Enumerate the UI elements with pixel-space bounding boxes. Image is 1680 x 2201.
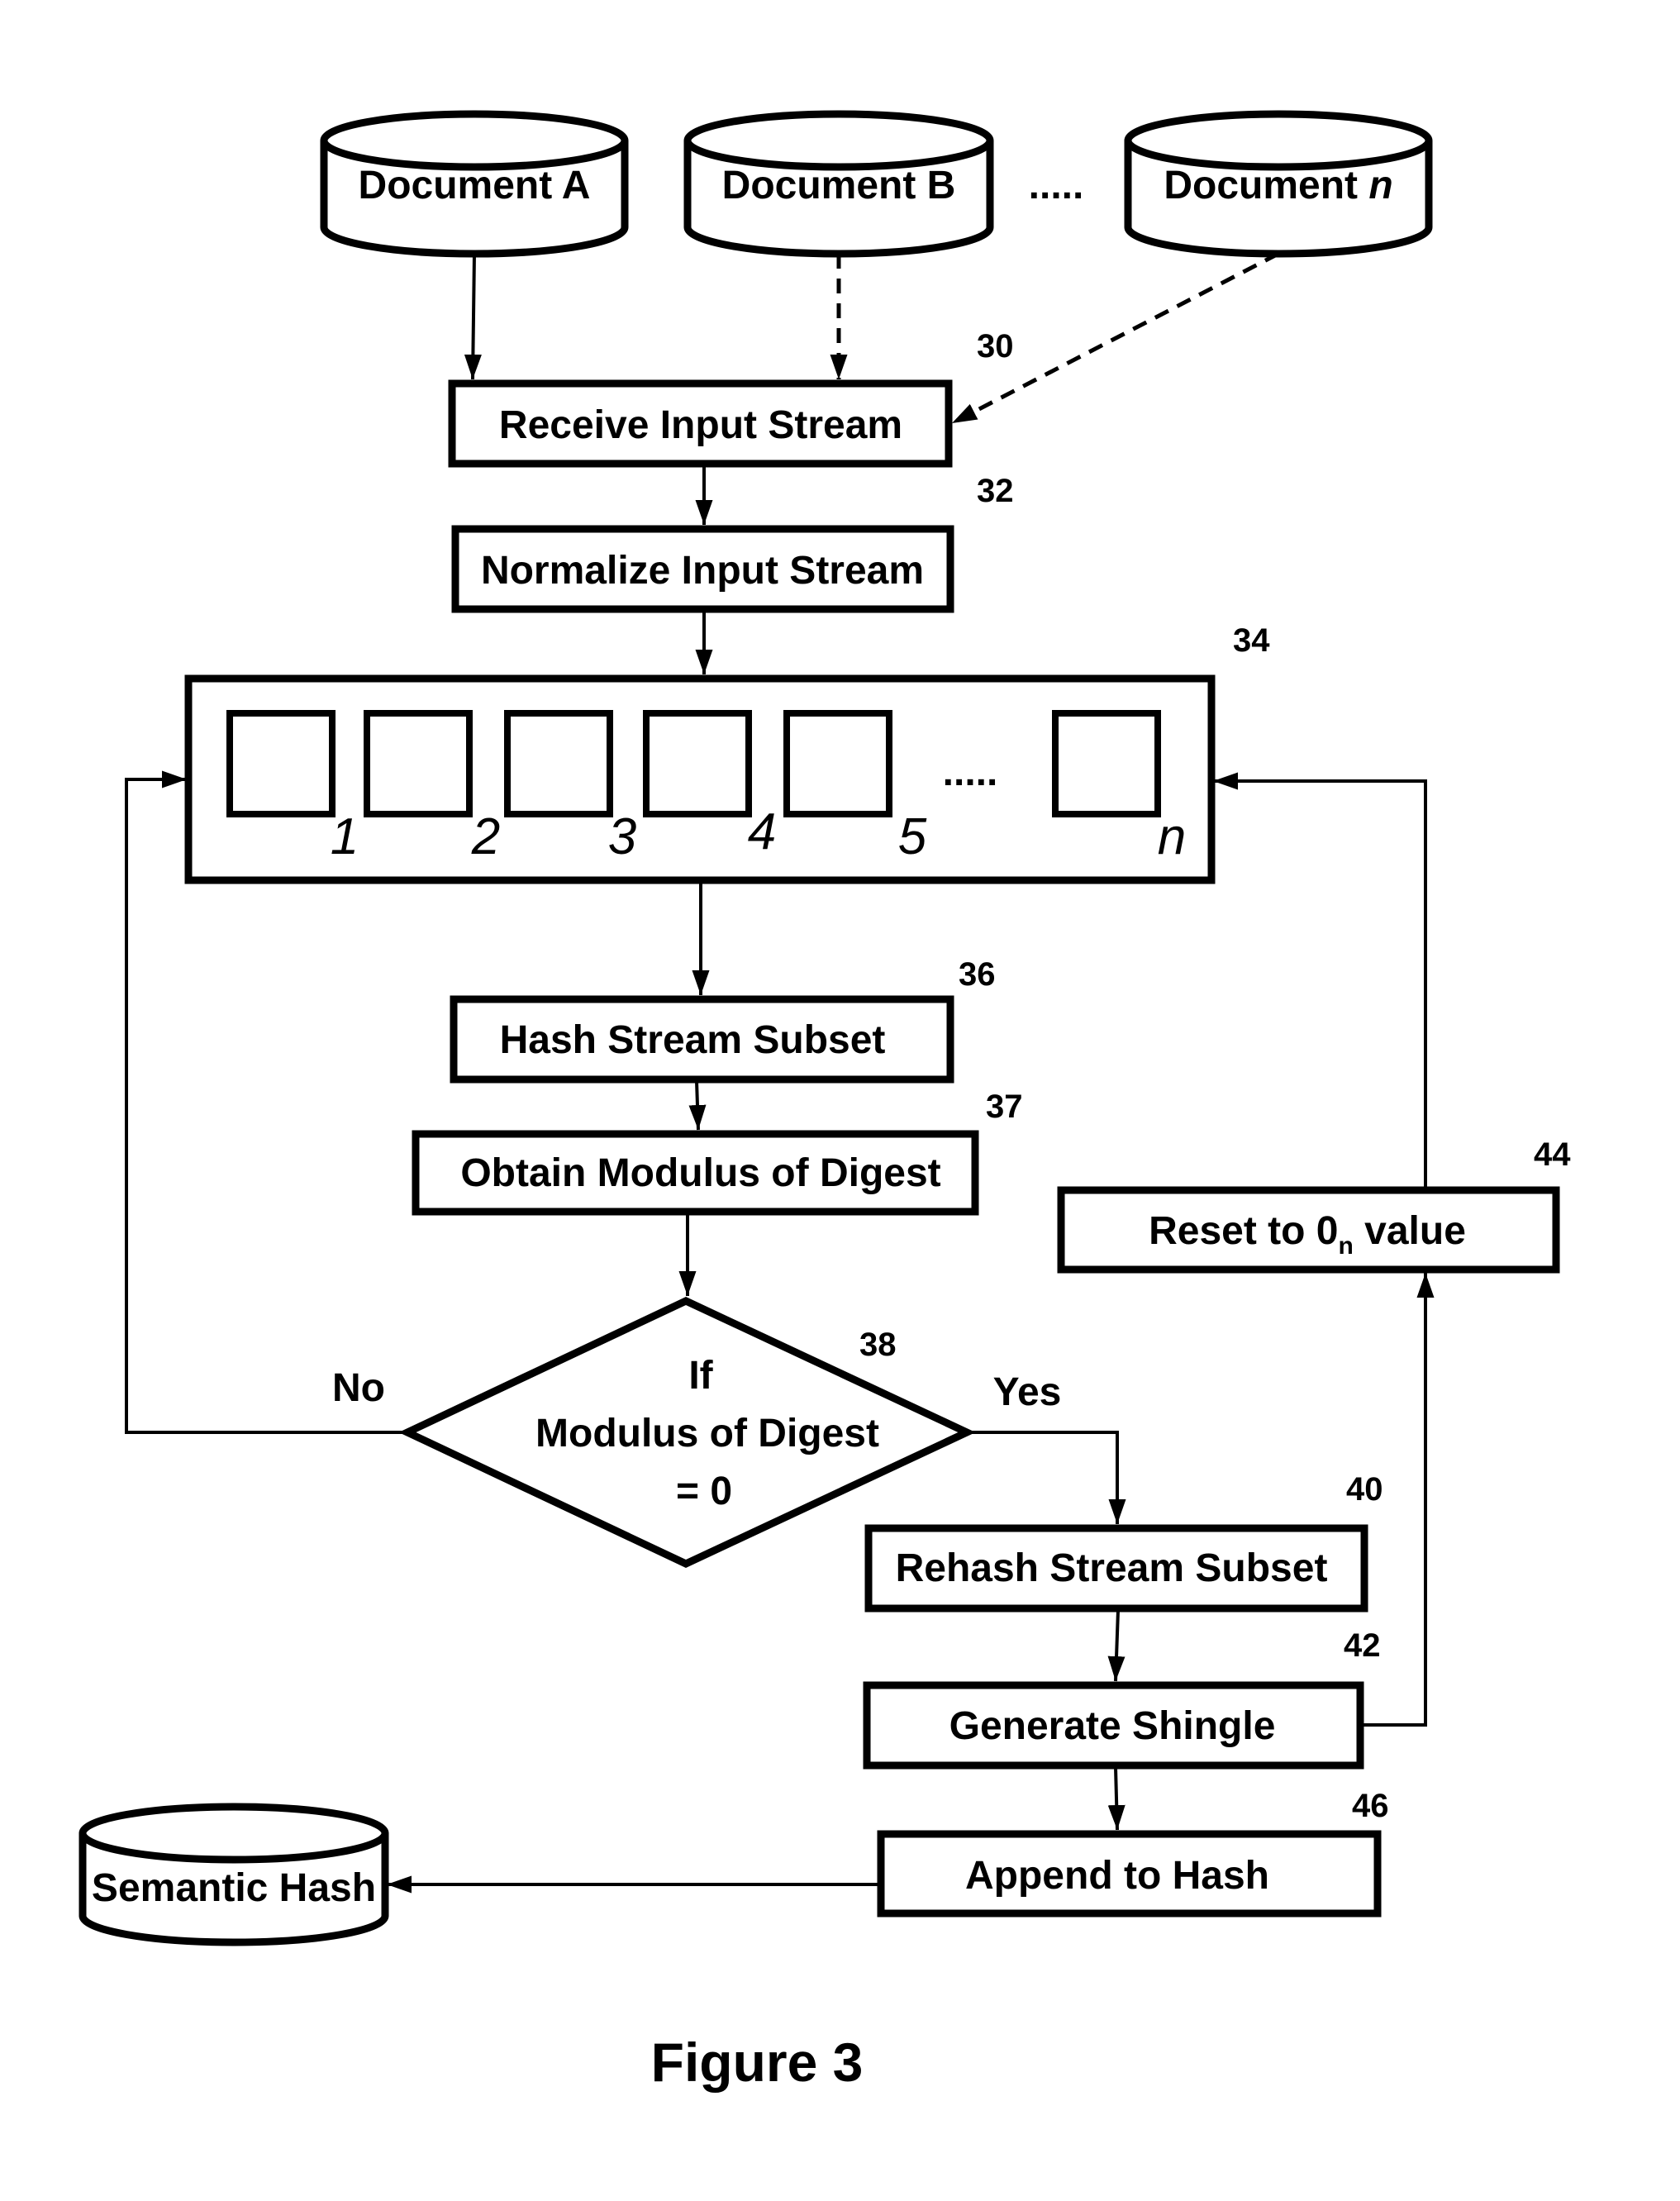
hash-stream-subset-step: Hash Stream Subset [450,995,954,1084]
buffer-cell-n [1052,710,1161,817]
arrow-reset-to-buffer [1213,772,1427,1189]
semantic-hash-label: Semantic Hash [92,1866,376,1910]
buffer-index-n: n [1158,808,1186,865]
ref-40: 40 [1346,1471,1383,1508]
ref-38: 38 [859,1327,897,1363]
buffer-index-2: 2 [471,808,500,865]
buffer-cell-4 [643,710,752,817]
buffer-index-4: 4 [748,803,776,860]
decision-no-label: No [332,1366,385,1410]
ref-30: 30 [977,328,1014,364]
documents-ellipsis: ..... [1029,164,1084,207]
ref-36: 36 [959,956,996,993]
reset-label: Reset to 0n value [1149,1209,1466,1260]
document-n-label: Document n [1164,164,1392,207]
arrow-yes-to-rehash [967,1431,1126,1524]
arrow-hash-to-modulus [688,1080,707,1131]
buffer-cell-1 [226,710,336,817]
buffer-index-1: 1 [331,808,359,865]
buffer-cell-2 [364,710,473,817]
document-n-cylinder: Document n [1124,110,1433,258]
normalize-input-stream-step: Normalize Input Stream [451,525,954,613]
document-b-cylinder: Document B [683,110,994,258]
rehash-stream-subset-label: Rehash Stream Subset [896,1546,1328,1590]
rehash-stream-subset-step: Rehash Stream Subset [864,1524,1368,1613]
hash-stream-subset-label: Hash Stream Subset [500,1018,886,1062]
stream-buffer: 1 2 3 4 5 n ..... [184,674,1216,884]
ref-46: 46 [1352,1788,1389,1824]
append-to-hash-label: Append to Hash [965,1854,1269,1898]
ref-37: 37 [986,1089,1023,1125]
decision-line-2: Modulus of Digest [535,1412,879,1455]
decision-line-1: If [688,1354,713,1398]
generate-shingle-step: Generate Shingle [863,1681,1364,1770]
obtain-modulus-step: Obtain Modulus of Digest [412,1130,979,1216]
ref-42: 42 [1344,1627,1381,1664]
buffer-ellipsis: ..... [943,750,998,794]
arrow-doc-a-to-receive [464,253,482,380]
ref-44: 44 [1534,1136,1571,1173]
append-to-hash-step: Append to Hash [877,1830,1382,1918]
semantic-hash-cylinder: Semantic Hash [79,1803,389,1946]
obtain-modulus-label: Obtain Modulus of Digest [460,1151,940,1195]
normalize-input-stream-label: Normalize Input Stream [481,549,924,593]
buffer-cell-5 [783,710,892,817]
arrow-rehash-to-shingle [1107,1609,1126,1682]
reset-step: Reset to 0n value [1057,1186,1560,1274]
ref-34: 34 [1233,622,1270,659]
figure-title: Figure 3 [651,2032,864,2093]
buffer-index-5: 5 [898,808,927,865]
arrow-shingle-to-append [1107,1766,1126,1831]
flowchart: Document A Document B ..... Document n R… [79,110,1571,2093]
buffer-cell-3 [504,710,613,817]
receive-input-stream-step: Receive Input Stream [448,379,953,468]
ref-32: 32 [977,473,1014,509]
decision-yes-label: Yes [993,1370,1062,1414]
document-a-label: Document A [359,164,591,207]
receive-input-stream-label: Receive Input Stream [499,403,902,447]
decision-line-3: = 0 [676,1470,732,1513]
generate-shingle-label: Generate Shingle [949,1704,1276,1748]
buffer-index-3: 3 [608,808,636,865]
document-a-cylinder: Document A [320,110,629,258]
document-b-label: Document B [722,164,956,207]
